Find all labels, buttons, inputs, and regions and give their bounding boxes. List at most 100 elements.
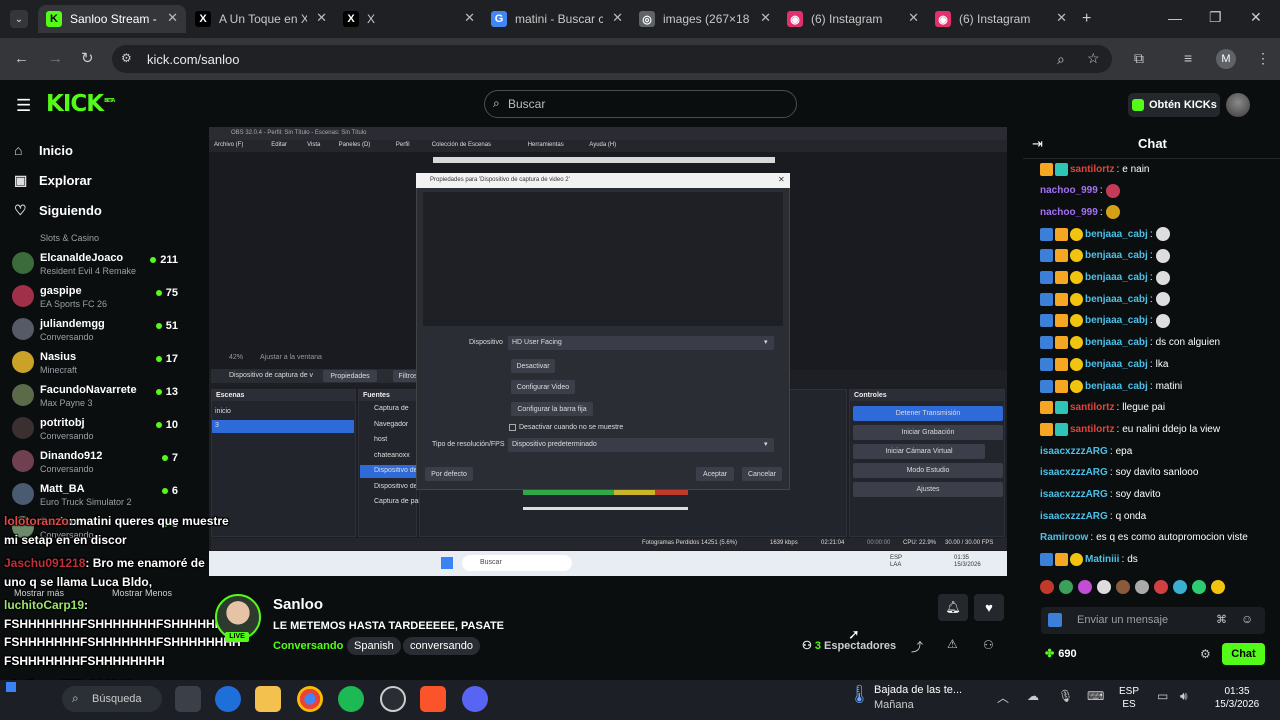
obs-source-item[interactable]: host <box>374 436 387 443</box>
browser-tab[interactable]: Gmatini - Buscar c ✕ <box>483 5 631 33</box>
edge-browser-icon[interactable] <box>215 686 241 712</box>
chat-badge-icon[interactable] <box>1040 314 1053 328</box>
emote-bar[interactable] <box>1040 580 1265 598</box>
chat-badge-icon[interactable] <box>1040 422 1053 436</box>
tab-close-icon[interactable]: ✕ <box>464 10 475 26</box>
chat-send-button[interactable]: Chat <box>1222 643 1265 665</box>
streamer-name[interactable]: Sanloo <box>273 596 323 613</box>
tab-close-icon[interactable]: ✕ <box>760 10 771 26</box>
followed-streamer[interactable]: Dinando912 Conversando 7 <box>12 450 182 483</box>
discord-icon[interactable] <box>462 686 488 712</box>
weather-title[interactable]: Bajada de las te... <box>874 684 962 696</box>
obs-accept-button[interactable]: Aceptar <box>696 467 734 481</box>
emote-icon[interactable] <box>1154 580 1168 594</box>
close-window-button[interactable]: ✕ <box>1250 9 1262 26</box>
emote-icon[interactable] <box>1173 580 1187 594</box>
nav-item-siguiendo[interactable]: ♡ Siguiendo <box>14 202 102 219</box>
chevron-up-icon[interactable]: ︿ <box>997 689 1009 706</box>
obs-dialog-close-icon[interactable]: ✕ <box>778 175 785 184</box>
followed-streamer[interactable]: FacundoNavarrete Max Payne 3 13 <box>12 384 182 417</box>
chat-username[interactable]: nachoo_999 <box>1040 207 1098 218</box>
tab-close-icon[interactable]: ✕ <box>908 10 919 26</box>
media-control-icon[interactable]: ≡ <box>1184 50 1192 66</box>
obs-config-bar-button[interactable]: Configurar la barra fija <box>511 402 593 416</box>
chat-badge-icon[interactable] <box>1055 162 1068 176</box>
chrome-icon[interactable] <box>297 686 323 712</box>
obs-menu-item[interactable]: Paneles (D) <box>339 142 371 148</box>
maximize-button[interactable]: ❐ <box>1209 9 1222 26</box>
chat-badge-icon[interactable] <box>1040 379 1053 393</box>
channel-points[interactable]: ✤ 690 <box>1045 647 1077 661</box>
browser-tab[interactable]: ◉ (6) Instagram ✕ <box>779 5 927 33</box>
obs-control-button[interactable]: Iniciar Cámara Virtual <box>853 444 985 459</box>
file-explorer-icon[interactable] <box>255 686 281 712</box>
extensions-icon[interactable]: ⧉ <box>1134 50 1144 67</box>
followed-streamer[interactable]: Matt_BA Euro Truck Simulator 2 6 <box>12 483 182 516</box>
emote-icon[interactable] <box>1059 580 1073 594</box>
chat-badge-icon[interactable] <box>1070 357 1083 371</box>
display-icon[interactable]: ▭ <box>1157 689 1168 703</box>
chat-badge-icon[interactable] <box>1070 227 1083 241</box>
notification-bell-icon[interactable]: 🔔︎ <box>938 594 968 621</box>
nav-item-explorar[interactable]: ▣ Explorar <box>14 172 92 189</box>
chat-username[interactable]: santilortz <box>1070 424 1114 435</box>
obs-source-item[interactable]: Navegador <box>374 421 408 428</box>
tab-close-icon[interactable]: ✕ <box>612 10 623 26</box>
chat-username[interactable]: isaacxzzzARG <box>1040 446 1108 457</box>
microphone-icon[interactable]: 🎙︎ <box>1058 689 1073 703</box>
emote-icon[interactable] <box>1116 580 1130 594</box>
follow-heart-icon[interactable]: ♥ <box>974 594 1004 621</box>
chat-badge-icon[interactable] <box>1040 249 1053 263</box>
chat-username[interactable]: benjaaa_cabj <box>1085 359 1148 370</box>
brave-browser-icon[interactable] <box>420 686 446 712</box>
obs-studio-icon[interactable] <box>380 686 406 712</box>
chat-badge-icon[interactable] <box>1040 271 1053 284</box>
chat-username[interactable]: Matiniii <box>1085 554 1119 565</box>
tab-close-icon[interactable]: ✕ <box>1056 10 1067 26</box>
obs-menu-item[interactable]: Ayuda (H) <box>589 142 616 148</box>
obs-volume-slider[interactable] <box>523 507 688 510</box>
obs-control-button[interactable]: Modo Estudio <box>853 463 1003 478</box>
language-indicator[interactable]: ESP ES <box>1115 685 1143 711</box>
chat-username[interactable]: Ramiroow <box>1040 532 1088 543</box>
obs-source-item[interactable]: Captura de <box>374 405 409 412</box>
emote-icon[interactable] <box>1040 580 1054 594</box>
tab-close-icon[interactable]: ✕ <box>316 10 327 26</box>
chat-input[interactable]: Enviar un mensaje ⌘ ☺ <box>1041 607 1265 634</box>
obs-menu-item[interactable]: Colección de Escenas <box>432 142 491 148</box>
chat-username[interactable]: nachoo_999 <box>1040 185 1098 196</box>
chat-username[interactable]: benjaaa_cabj <box>1085 229 1148 240</box>
reload-icon[interactable]: ↻ <box>81 49 94 67</box>
chat-badge-icon[interactable] <box>1055 422 1068 436</box>
minimize-button[interactable]: — <box>1168 10 1182 26</box>
hamburger-menu-icon[interactable]: ☰ <box>16 96 31 116</box>
followed-streamer[interactable]: gaspipe EA Sports FC 26 75 <box>12 285 182 318</box>
chat-badge-icon[interactable] <box>1055 379 1068 393</box>
tab-close-icon[interactable]: ✕ <box>167 10 178 26</box>
back-arrow-icon[interactable]: ← <box>14 50 29 67</box>
obs-control-button[interactable]: Ajustes <box>853 482 1003 497</box>
obs-properties-button[interactable]: Propiedades <box>323 370 377 382</box>
zoom-icon[interactable]: ⌕ <box>1057 51 1065 68</box>
chat-badge-icon[interactable] <box>1040 292 1053 306</box>
system-clock[interactable]: 01:35 15/3/2026 <box>1200 685 1274 711</box>
collapse-chat-icon[interactable]: ⇥ <box>1032 136 1043 152</box>
windows-start-icon[interactable] <box>6 682 16 692</box>
network-cloud-icon[interactable]: ☁ <box>1027 689 1039 703</box>
followed-streamer[interactable]: juliandemgg Conversando 51 <box>12 318 182 351</box>
chat-username[interactable]: benjaaa_cabj <box>1085 381 1148 392</box>
bookmark-star-icon[interactable]: ☆ <box>1087 50 1100 67</box>
more-options-icon[interactable]: ⚇ <box>983 638 994 652</box>
tag-spanish[interactable]: Spanish <box>347 637 401 655</box>
volume-icon[interactable]: 🔊︎ <box>1180 689 1188 704</box>
site-info-icon[interactable]: ⚙ <box>121 51 132 65</box>
followed-streamer[interactable]: ElcanaldeJoaco Resident Evil 4 Remake 211 <box>12 252 182 285</box>
chat-username[interactable]: isaacxzzzARG <box>1040 489 1108 500</box>
emote-icon[interactable] <box>1078 580 1092 594</box>
chat-badge-icon[interactable] <box>1040 227 1053 241</box>
chat-badge-icon[interactable] <box>1070 271 1083 284</box>
new-tab-button[interactable]: + <box>1082 10 1091 28</box>
chat-badge-icon[interactable] <box>1070 379 1083 393</box>
chat-badge-icon[interactable] <box>1055 249 1068 263</box>
windows-search-bar[interactable]: ⌕ Búsqueda <box>62 686 162 712</box>
